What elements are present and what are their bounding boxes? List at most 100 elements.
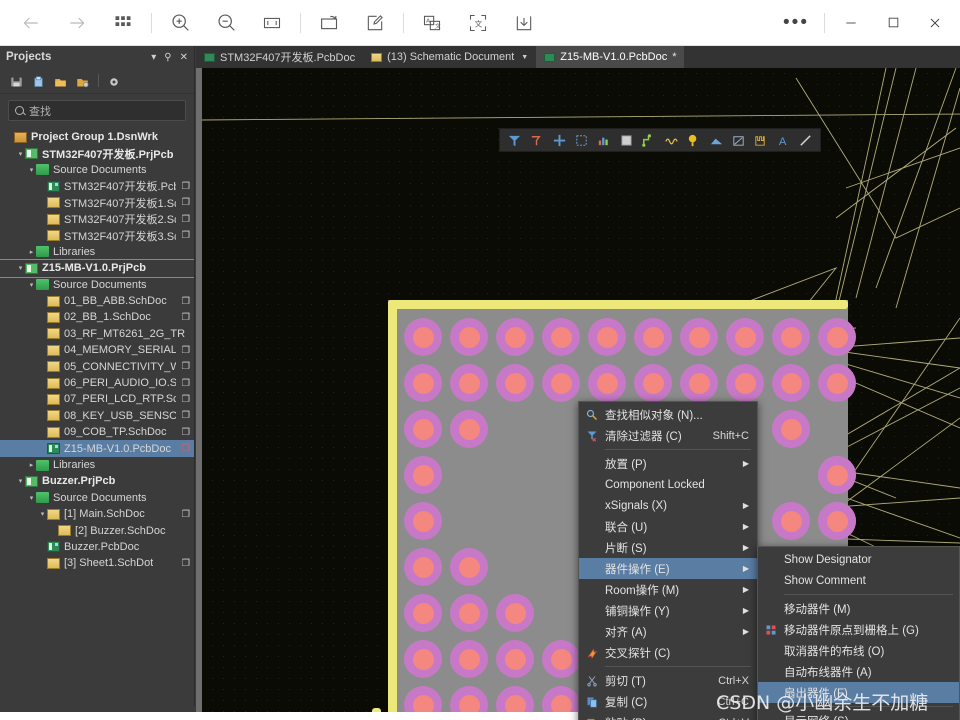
pin-icon[interactable]: ⚲ <box>164 52 171 63</box>
pcb-pad[interactable] <box>404 456 442 494</box>
pcb-pad[interactable] <box>496 594 534 632</box>
tree-item[interactable]: [2] Buzzer.SchDoc <box>0 522 194 538</box>
tree-item[interactable]: ▾ Buzzer.PrjPcb <box>0 473 194 489</box>
menu-item[interactable]: Room操作 (M) ▶ <box>579 579 757 600</box>
pcb-pad[interactable] <box>542 364 580 402</box>
menu-item[interactable]: 对齐 (A) ▶ <box>579 621 757 642</box>
menu-item[interactable]: Component Locked <box>579 474 757 495</box>
pcb-pad[interactable] <box>450 318 488 356</box>
back-icon[interactable] <box>8 3 54 43</box>
chevron-down-icon[interactable]: ▾ <box>16 477 25 485</box>
tree-item[interactable]: Z15-MB-V1.0.PcbDoc ❐ <box>0 440 194 457</box>
pcb-pad[interactable] <box>404 364 442 402</box>
tree-item[interactable]: ▾ Z15-MB-V1.0.PrjPcb <box>0 259 194 278</box>
rotate-icon[interactable] <box>306 3 352 43</box>
tree-item[interactable]: ▾ Source Documents <box>0 490 194 506</box>
menu-item[interactable]: 移动器件 (M) <box>758 598 959 619</box>
menu-item[interactable]: 铺铜操作 (Y) ▶ <box>579 600 757 621</box>
tree-item[interactable]: 01_BB_ABB.SchDoc ❐ <box>0 293 194 309</box>
tree-item[interactable]: 06_PERI_AUDIO_IO.Sd ❐ <box>0 375 194 391</box>
chevron-down-icon[interactable]: ▾ <box>151 52 156 63</box>
tree-item[interactable]: 02_BB_1.SchDoc ❐ <box>0 309 194 325</box>
differential-pair-icon[interactable] <box>660 130 682 150</box>
tree-item[interactable]: STM32F407开发板1.Sc ❐ <box>0 195 194 211</box>
translate-icon[interactable]: 文A <box>409 3 455 43</box>
chevron-down-icon[interactable]: ▾ <box>38 510 47 518</box>
document-tab[interactable]: (13) Schematic Document ▼ <box>363 46 536 68</box>
pcb-pad[interactable] <box>818 318 856 356</box>
compile-icon[interactable] <box>32 75 45 87</box>
pcb-pad[interactable] <box>588 318 626 356</box>
line-icon[interactable] <box>794 130 816 150</box>
tree-item[interactable]: 09_COB_TP.SchDoc ❐ <box>0 424 194 440</box>
zoom-in-icon[interactable] <box>157 3 203 43</box>
pcb-pad[interactable] <box>588 364 626 402</box>
select-rect-icon[interactable] <box>570 130 592 150</box>
pcb-pad[interactable] <box>496 364 534 402</box>
edit-icon[interactable] <box>352 3 398 43</box>
route-icon[interactable] <box>638 130 660 150</box>
tree-item[interactable]: ▾ Source Documents <box>0 277 194 293</box>
chevron-down-icon[interactable]: ▾ <box>27 281 36 289</box>
pcb-pad[interactable] <box>818 456 856 494</box>
menu-item[interactable]: 放置 (P) ▶ <box>579 453 757 474</box>
menu-item[interactable]: 联合 (U) ▶ <box>579 516 757 537</box>
close-button[interactable] <box>914 3 956 43</box>
pcb-pad[interactable] <box>542 318 580 356</box>
more-options-button[interactable]: ••• <box>773 3 819 43</box>
tree-item[interactable]: ▸ Libraries <box>0 457 194 473</box>
pcb-pad[interactable] <box>404 594 442 632</box>
pcb-pad[interactable] <box>772 410 810 448</box>
pcb-pad[interactable] <box>772 364 810 402</box>
search-input[interactable]: 查找 <box>8 100 186 121</box>
save-icon[interactable] <box>501 3 547 43</box>
ocr-icon[interactable]: 文 <box>455 3 501 43</box>
chevron-right-icon[interactable]: ▸ <box>27 248 36 256</box>
board-insight-icon[interactable] <box>593 130 615 150</box>
chevron-down-icon[interactable]: ▾ <box>27 166 36 174</box>
tree-item[interactable]: ▾ STM32F407开发板.PrjPcb <box>0 145 194 161</box>
chevron-down-icon[interactable]: ▾ <box>16 150 25 158</box>
pcb-pad[interactable] <box>680 318 718 356</box>
filter-icon[interactable] <box>503 130 525 150</box>
pcb-pad[interactable] <box>726 364 764 402</box>
zoom-out-icon[interactable] <box>203 3 249 43</box>
pcb-tools-toolbar[interactable]: A <box>499 128 821 152</box>
minimize-button[interactable] <box>830 3 872 43</box>
menu-item[interactable]: 查找相似对象 (N)... <box>579 404 757 425</box>
project-tree[interactable]: Project Group 1.DsnWrk ▾ STM32F407开发板.PrjP… <box>0 126 194 572</box>
tree-item[interactable]: Buzzer.PcbDoc <box>0 539 194 555</box>
tree-item[interactable]: 05_CONNECTIVITY_WI ❐ <box>0 358 194 374</box>
document-tab-bar[interactable]: STM32F407开发板.PcbDoc (13) Schematic Docume… <box>196 46 960 68</box>
menu-item[interactable]: Show Designator <box>758 549 959 570</box>
thumbnails-icon[interactable] <box>100 3 146 43</box>
tree-item[interactable]: 04_MEMORY_SERIAL_I ❐ <box>0 342 194 358</box>
menu-item[interactable]: 取消器件的布线 (O) <box>758 640 959 661</box>
plane-icon[interactable] <box>615 130 637 150</box>
menu-item[interactable]: xSignals (X) ▶ <box>579 495 757 516</box>
pcb-pad[interactable] <box>404 502 442 540</box>
tree-item[interactable]: ▾ [1] Main.SchDoc ❐ <box>0 506 194 522</box>
close-icon[interactable]: ✕ <box>180 52 188 63</box>
net-icon[interactable] <box>525 130 547 150</box>
pcb-pad[interactable] <box>450 548 488 586</box>
pcb-pad[interactable] <box>496 640 534 678</box>
tree-item[interactable]: STM32F407开发板2.Sc ❐ <box>0 211 194 227</box>
tree-item[interactable]: ▸ Libraries <box>0 244 194 260</box>
menu-item[interactable]: 器件操作 (E) ▶ <box>579 558 757 579</box>
pcb-pad[interactable] <box>634 364 672 402</box>
pcb-pad[interactable] <box>818 364 856 402</box>
pcb-pad[interactable] <box>450 364 488 402</box>
chevron-right-icon[interactable]: ▸ <box>27 461 36 469</box>
document-tab[interactable]: Z15-MB-V1.0.PcbDoc * <box>536 46 685 68</box>
pcb-pad[interactable] <box>634 318 672 356</box>
pcb-pad[interactable] <box>404 410 442 448</box>
via-icon[interactable] <box>682 130 704 150</box>
polygon-icon[interactable] <box>705 130 727 150</box>
pcb-pad[interactable] <box>772 318 810 356</box>
tree-item[interactable]: Project Group 1.DsnWrk <box>0 129 194 145</box>
tree-item[interactable]: 08_KEY_USB_SENSOR_S ❐ <box>0 408 194 424</box>
tree-item[interactable]: 03_RF_MT6261_2G_TR <box>0 326 194 342</box>
pcb-pad[interactable] <box>404 640 442 678</box>
actual-size-icon[interactable] <box>249 3 295 43</box>
